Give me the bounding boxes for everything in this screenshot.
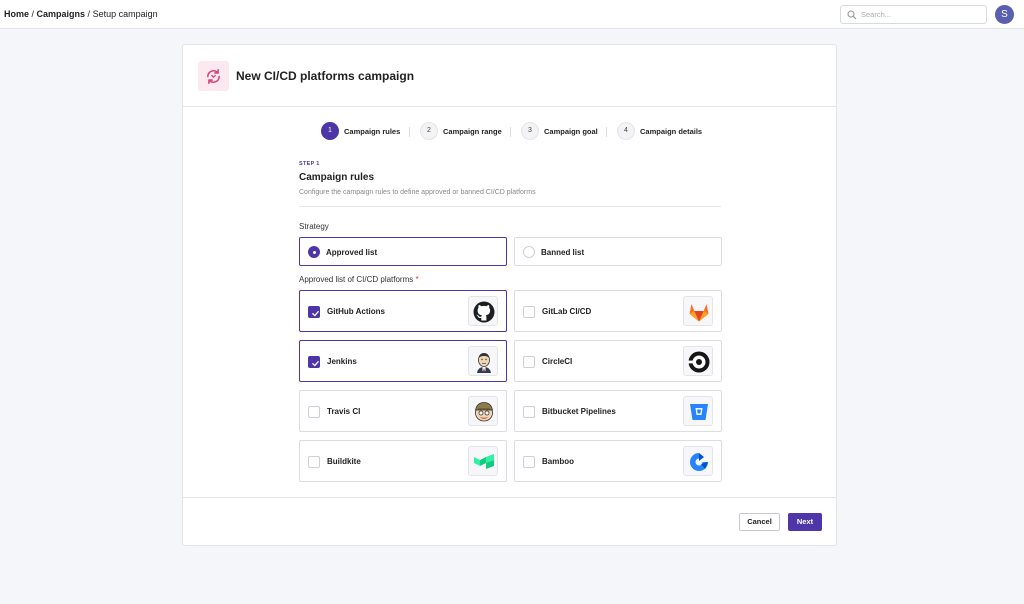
platform-label: GitLab CI/CD	[542, 307, 592, 316]
platform-label: Jenkins	[327, 357, 357, 366]
breadcrumb-separator: /	[85, 9, 93, 19]
gitlab-icon	[689, 304, 709, 322]
cancel-button[interactable]: Cancel	[739, 513, 780, 531]
step-label: Campaign rules	[344, 127, 401, 136]
bamboo-icon	[690, 453, 708, 471]
breadcrumb-current: Setup campaign	[92, 9, 158, 19]
radio-button[interactable]	[523, 246, 535, 258]
platform-bitbucket-pipelines[interactable]: Bitbucket Pipelines	[514, 390, 722, 432]
bitbucket-icon	[690, 404, 708, 420]
breadcrumb-campaigns[interactable]: Campaigns	[37, 9, 86, 19]
checkbox[interactable]	[523, 406, 535, 418]
avatar[interactable]: S	[995, 5, 1014, 24]
card-footer-divider	[183, 497, 836, 498]
github-icon	[473, 301, 495, 323]
platform-circleci[interactable]: CircleCI	[514, 340, 722, 382]
step-number: 1	[321, 122, 339, 140]
platform-logo	[683, 396, 713, 426]
checkbox[interactable]	[308, 306, 320, 318]
checkbox[interactable]	[523, 306, 535, 318]
platform-label: GitHub Actions	[327, 307, 385, 316]
search-box[interactable]	[840, 5, 987, 24]
platform-travis-ci[interactable]: Travis CI	[299, 390, 507, 432]
platform-logo	[468, 346, 498, 376]
platform-logo	[468, 446, 498, 476]
step-number: 4	[617, 122, 635, 140]
platform-gitlab-ci-cd[interactable]: GitLab CI/CD	[514, 290, 722, 332]
step-label: Campaign range	[443, 127, 502, 136]
breadcrumb-separator: /	[29, 9, 37, 19]
travis-ci-icon	[475, 402, 493, 422]
platform-jenkins[interactable]: Jenkins	[299, 340, 507, 382]
step-number: 3	[521, 122, 539, 140]
breadcrumb-home[interactable]: Home	[4, 9, 29, 19]
radio-button[interactable]	[308, 246, 320, 258]
page-title: New CI/CD platforms campaign	[236, 69, 415, 83]
checkbox[interactable]	[523, 356, 535, 368]
step-number: 2	[420, 122, 438, 140]
top-bar: Home / Campaigns / Setup campaign S	[0, 0, 1024, 29]
platform-logo	[468, 396, 498, 426]
platforms-label: Approved list of CI/CD platforms *	[299, 275, 419, 284]
platform-label: Travis CI	[327, 407, 361, 416]
platform-label: Bitbucket Pipelines	[542, 407, 616, 416]
campaign-card: New CI/CD platforms campaign 1 Campaign …	[182, 44, 837, 546]
platform-buildkite[interactable]: Buildkite	[299, 440, 507, 482]
option-label: Banned list	[541, 248, 585, 257]
section-divider	[299, 206, 721, 207]
checkbox[interactable]	[308, 406, 320, 418]
platform-label: Buildkite	[327, 457, 361, 466]
platforms-label-text: Approved list of CI/CD platforms	[299, 275, 414, 284]
search-input[interactable]	[861, 8, 981, 21]
search-icon	[847, 10, 857, 20]
jenkins-icon	[477, 353, 491, 373]
next-button[interactable]: Next	[788, 513, 822, 531]
platform-github-actions[interactable]: GitHub Actions	[299, 290, 507, 332]
step-divider	[606, 127, 607, 137]
buildkite-icon	[474, 454, 494, 469]
checkbox[interactable]	[308, 356, 320, 368]
strategy-option-approved[interactable]: Approved list	[299, 237, 507, 266]
step-label: Campaign goal	[544, 127, 598, 136]
required-mark: *	[415, 275, 419, 284]
platform-logo	[468, 296, 498, 326]
platform-bamboo[interactable]: Bamboo	[514, 440, 722, 482]
check-icon	[311, 310, 319, 316]
platform-label: Bamboo	[542, 457, 574, 466]
platform-logo	[683, 296, 713, 326]
campaign-type-icon-box	[198, 61, 229, 91]
platform-logo	[683, 346, 713, 376]
step-divider	[409, 127, 410, 137]
breadcrumb: Home / Campaigns / Setup campaign	[4, 9, 158, 19]
circleci-icon	[688, 351, 710, 373]
check-icon	[311, 360, 319, 366]
section-title: Campaign rules	[299, 172, 375, 183]
card-header: New CI/CD platforms campaign	[183, 45, 836, 107]
platform-label: CircleCI	[542, 357, 573, 366]
checkbox[interactable]	[308, 456, 320, 468]
platform-logo	[683, 446, 713, 476]
checkbox[interactable]	[523, 456, 535, 468]
strategy-label: Strategy	[299, 222, 329, 231]
section-description: Configure the campaign rules to define a…	[299, 189, 536, 196]
strategy-option-banned[interactable]: Banned list	[514, 237, 722, 266]
step-label: Campaign details	[640, 127, 703, 136]
stepper: 1 Campaign rules 2 Campaign range 3 Camp…	[321, 122, 703, 142]
option-label: Approved list	[326, 248, 378, 257]
step-divider	[510, 127, 511, 137]
step-kicker: STEP 1	[299, 161, 320, 167]
refresh-cycle-icon	[207, 68, 220, 85]
